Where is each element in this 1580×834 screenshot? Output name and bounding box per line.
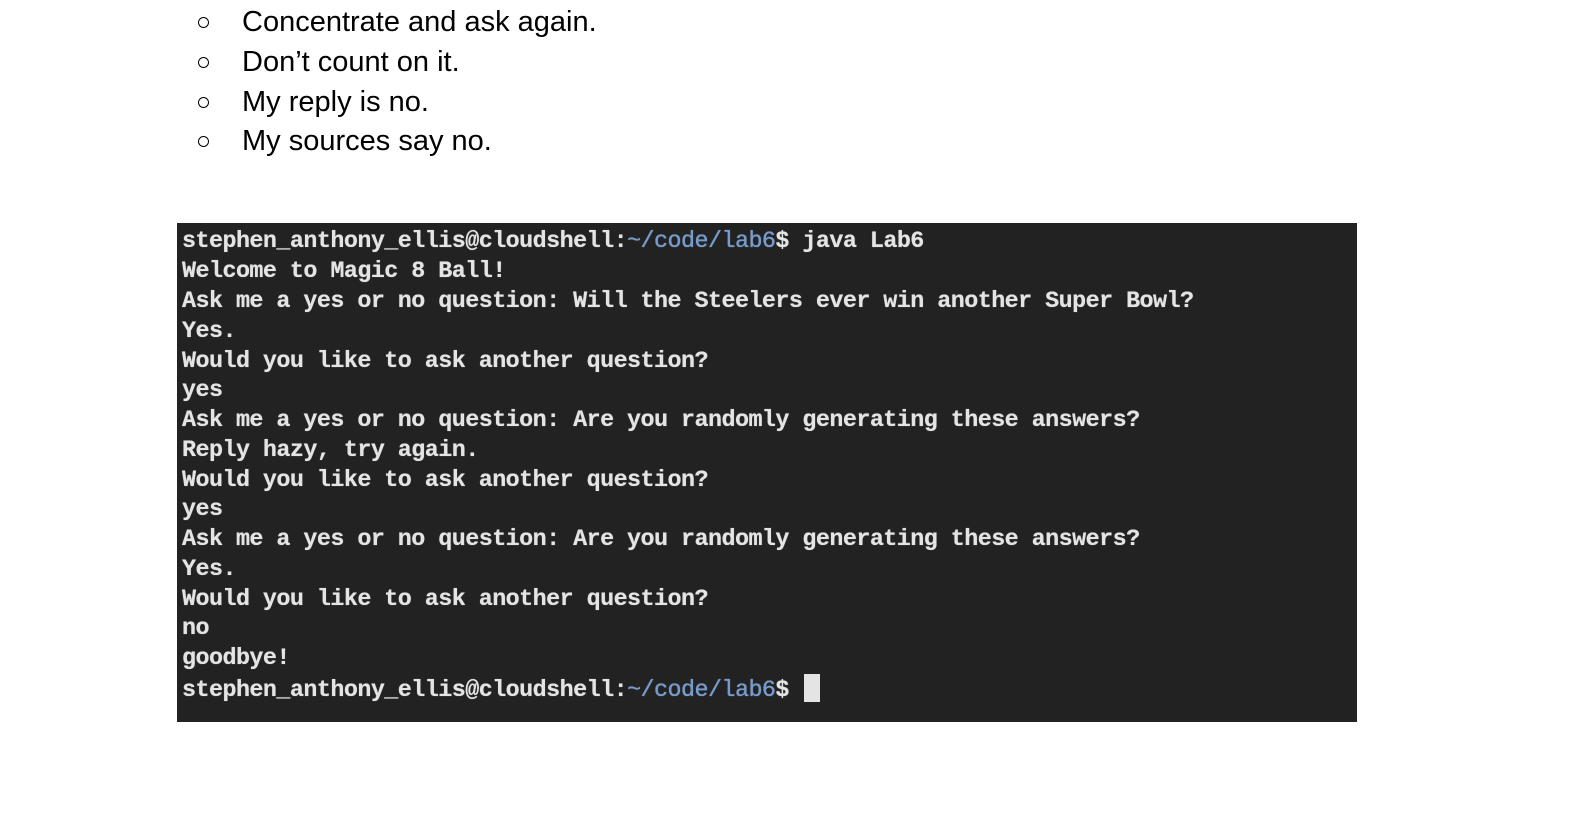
terminal-output-line: no xyxy=(182,616,210,642)
terminal-output-line: Would you like to ask another question? xyxy=(182,349,709,375)
hollow-circle-bullet-icon xyxy=(198,136,209,147)
hollow-circle-bullet-icon xyxy=(198,17,209,28)
prompt-symbol: $ xyxy=(775,678,789,704)
list-item-text: My reply is no. xyxy=(242,86,429,118)
text-cursor-icon xyxy=(804,674,821,702)
hollow-circle-bullet-icon xyxy=(198,57,209,68)
terminal-output-line: Would you like to ask another question? xyxy=(182,587,709,613)
terminal-output-line: Ask me a yes or no question: Are you ran… xyxy=(182,527,1140,553)
hollow-circle-bullet-icon xyxy=(198,97,209,108)
terminal-output-line: Welcome to Magic 8 Ball! xyxy=(182,259,506,285)
prompt-user: stephen_anthony_ellis@cloudshell: xyxy=(182,678,628,704)
command-text: java Lab6 xyxy=(788,229,924,255)
terminal-output-line: yes xyxy=(182,497,223,523)
terminal-output-line: yes xyxy=(182,378,223,404)
prompt-path: ~/code/lab6 xyxy=(627,229,776,255)
prompt-path: ~/code/lab6 xyxy=(627,678,776,704)
list-item-text: Don’t count on it. xyxy=(242,46,460,78)
terminal-output-line: Ask me a yes or no question: Will the St… xyxy=(182,289,1194,315)
prompt-user: stephen_anthony_ellis@cloudshell: xyxy=(182,229,628,255)
terminal-output-line: Would you like to ask another question? xyxy=(182,468,709,494)
terminal-output-line: Ask me a yes or no question: Are you ran… xyxy=(182,408,1140,434)
terminal-command-line: stephen_anthony_ellis@cloudshell:~/code/… xyxy=(182,227,924,257)
list-item-text: Concentrate and ask again. xyxy=(242,6,597,38)
terminal-screenshot: stephen_anthony_ellis@cloudshell:~/code/… xyxy=(177,223,1357,722)
terminal-prompt-line[interactable]: stephen_anthony_ellis@cloudshell:~/code/… xyxy=(182,674,821,706)
terminal-output-line: Yes. xyxy=(182,319,237,345)
prompt-symbol: $ xyxy=(775,229,789,255)
list-item-text: My sources say no. xyxy=(242,125,492,157)
terminal-output-line: Yes. xyxy=(182,557,237,583)
terminal-output-line: goodbye! xyxy=(182,646,290,672)
terminal-output-line: Reply hazy, try again. xyxy=(182,438,479,464)
